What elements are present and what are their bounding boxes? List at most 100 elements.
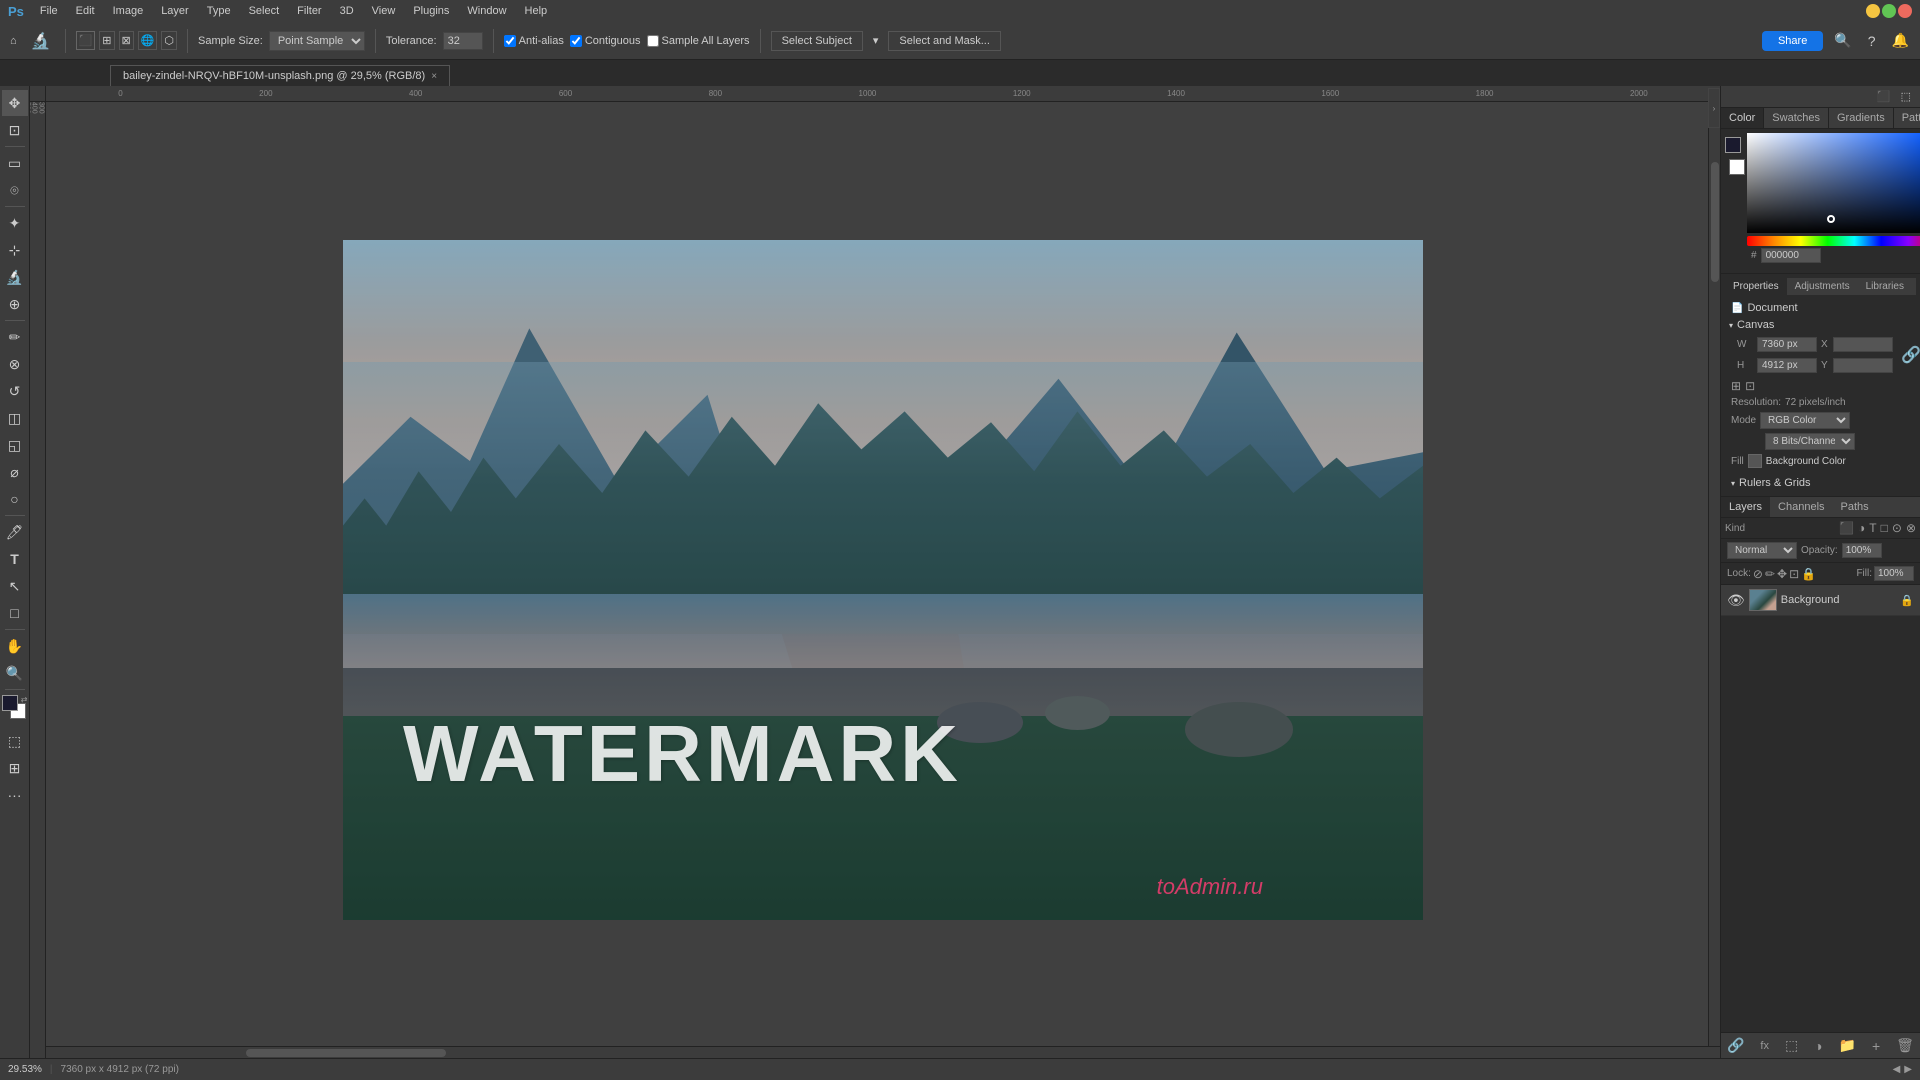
- x-input[interactable]: [1833, 337, 1893, 352]
- paths-tab[interactable]: Paths: [1833, 497, 1877, 517]
- quick-mask-btn[interactable]: ⬚: [2, 728, 28, 754]
- share-button[interactable]: Share: [1762, 31, 1823, 51]
- bit-depth-select[interactable]: 8 Bits/Channel: [1765, 433, 1855, 450]
- lock-all[interactable]: 🔒: [1801, 567, 1816, 581]
- menu-item-3d[interactable]: 3D: [332, 3, 362, 19]
- rectangular-marquee-tool[interactable]: ▭: [2, 150, 28, 176]
- brush-tool[interactable]: ✏: [2, 324, 28, 350]
- anti-alias-checkbox[interactable]: [504, 35, 516, 47]
- search-toolbar-button[interactable]: 🔍: [1829, 30, 1856, 51]
- new-group-btn[interactable]: 📁: [1839, 1037, 1856, 1054]
- sample-size-select[interactable]: Point Sample: [269, 31, 365, 51]
- layer-styles-btn[interactable]: fx: [1760, 1040, 1769, 1052]
- panel-icon-2[interactable]: ⬚: [1896, 88, 1916, 105]
- more-tools-btn[interactable]: ···: [2, 782, 28, 808]
- document-tab[interactable]: bailey-zindel-NRQV-hBF10M-unsplash.png @…: [110, 65, 450, 86]
- history-brush-tool[interactable]: ↺: [2, 378, 28, 404]
- sample-all-layers-checkbox[interactable]: [647, 35, 659, 47]
- path-selection-tool[interactable]: ↖: [2, 573, 28, 599]
- delete-layer-btn[interactable]: 🗑: [1896, 1037, 1914, 1054]
- new-adjustment-btn[interactable]: ◑: [1814, 1038, 1822, 1054]
- tolerance-input[interactable]: [443, 32, 483, 50]
- eraser-tool[interactable]: ◫: [2, 405, 28, 431]
- lock-transparent-pixels[interactable]: ⊘: [1753, 567, 1763, 581]
- rulers-grids-header[interactable]: ▾ Rulers & Grids: [1725, 474, 1916, 492]
- add-mask-btn[interactable]: ⬚: [1785, 1037, 1798, 1054]
- scrollbar-vertical[interactable]: [1708, 102, 1720, 1046]
- width-input[interactable]: [1757, 337, 1817, 352]
- adjustments-tab[interactable]: Adjustments: [1787, 278, 1858, 295]
- new-layer-btn[interactable]: +: [1872, 1038, 1880, 1054]
- text-tool[interactable]: T: [2, 546, 28, 572]
- gradient-tool[interactable]: ◱: [2, 432, 28, 458]
- help-toolbar-button[interactable]: ?: [1863, 31, 1881, 51]
- height-input[interactable]: [1757, 358, 1817, 373]
- eyedropper-tool[interactable]: 🔬: [2, 264, 28, 290]
- link-proportions-icon[interactable]: 🔗: [1901, 345, 1920, 365]
- patterns-tab[interactable]: Patterns: [1894, 108, 1920, 128]
- menu-item-file[interactable]: File: [32, 3, 66, 19]
- hand-tool[interactable]: ✋: [2, 633, 28, 659]
- properties-tab[interactable]: Properties: [1725, 278, 1787, 295]
- fill-input[interactable]: [1874, 566, 1914, 581]
- foreground-color-swatch[interactable]: [2, 695, 18, 711]
- layers-filter-shape[interactable]: □: [1881, 521, 1888, 535]
- mode-select[interactable]: RGB Color: [1760, 412, 1850, 429]
- hue-slider[interactable]: [1747, 236, 1920, 246]
- menu-item-type[interactable]: Type: [199, 3, 239, 19]
- libraries-tab[interactable]: Libraries: [1858, 278, 1912, 295]
- canvas-icon-2[interactable]: ⊡: [1745, 379, 1755, 393]
- crop-tool[interactable]: ⊹: [2, 237, 28, 263]
- foreground-swatch-small[interactable]: [1725, 137, 1741, 153]
- sample-5x5-btn[interactable]: ⊠: [119, 31, 134, 50]
- scrollbar-vertical-thumb[interactable]: [1711, 162, 1719, 282]
- select-subject-button[interactable]: Select Subject: [771, 31, 863, 51]
- layer-background[interactable]: 👁 Background 🔒: [1721, 585, 1920, 616]
- layers-tab[interactable]: Layers: [1721, 497, 1770, 517]
- color-tab[interactable]: Color: [1721, 108, 1764, 128]
- home-button[interactable]: ⌂: [6, 33, 21, 49]
- swap-colors-icon[interactable]: ⇄: [21, 695, 28, 704]
- shape-tool[interactable]: □: [2, 600, 28, 626]
- lock-position[interactable]: ✥: [1777, 567, 1787, 581]
- artboard-tool[interactable]: ⊡: [2, 117, 28, 143]
- canvas-icon-1[interactable]: ⊞: [1731, 379, 1741, 393]
- menu-item-filter[interactable]: Filter: [289, 3, 329, 19]
- magic-wand-tool[interactable]: ✦: [2, 210, 28, 236]
- sample-point-btn[interactable]: ⬛: [76, 31, 96, 50]
- channels-tab[interactable]: Channels: [1770, 497, 1832, 517]
- layers-filter-toggle[interactable]: ⊗: [1906, 521, 1916, 535]
- menu-item-layer[interactable]: Layer: [153, 3, 197, 19]
- select-subject-dropdown[interactable]: ▾: [869, 32, 883, 49]
- eyedropper-tool-btn[interactable]: 🔬: [27, 29, 55, 53]
- menu-item-window[interactable]: Window: [459, 3, 514, 19]
- hex-input[interactable]: [1761, 248, 1821, 263]
- fill-color-swatch[interactable]: [1748, 454, 1762, 468]
- close-button[interactable]: ×: [1898, 4, 1912, 18]
- sample-3x3-btn[interactable]: ⊞: [99, 31, 114, 50]
- zoom-tool-left[interactable]: 🔍: [2, 660, 28, 686]
- dodge-tool[interactable]: ○: [2, 486, 28, 512]
- blur-tool[interactable]: ⌀: [2, 459, 28, 485]
- pen-tool[interactable]: 🖊: [2, 519, 28, 545]
- layers-filter-adjust[interactable]: ◑: [1858, 521, 1865, 535]
- scrollbar-horizontal-thumb[interactable]: [246, 1049, 446, 1057]
- layer-name[interactable]: Background: [1781, 594, 1897, 606]
- screen-mode-btn[interactable]: ⊞: [2, 755, 28, 781]
- move-tool[interactable]: ✥: [2, 90, 28, 116]
- menu-item-plugins[interactable]: Plugins: [405, 3, 457, 19]
- menu-item-select[interactable]: Select: [241, 3, 288, 19]
- lasso-tool[interactable]: ⌾: [2, 177, 28, 203]
- layers-filter-pixel[interactable]: ⬛: [1839, 521, 1854, 535]
- tab-close-button[interactable]: ×: [431, 71, 437, 82]
- menu-item-edit[interactable]: Edit: [68, 3, 103, 19]
- restore-button[interactable]: □: [1882, 4, 1896, 18]
- panel-icon-1[interactable]: ⬛: [1872, 88, 1896, 105]
- color-gradient-box[interactable]: [1747, 133, 1920, 233]
- select-mask-button[interactable]: Select and Mask...: [888, 31, 1001, 51]
- menu-item-help[interactable]: Help: [517, 3, 556, 19]
- menu-item-image[interactable]: Image: [105, 3, 152, 19]
- minimize-button[interactable]: −: [1866, 4, 1880, 18]
- contiguous-checkbox[interactable]: [570, 35, 582, 47]
- lock-image-pixels[interactable]: ✏: [1765, 567, 1775, 581]
